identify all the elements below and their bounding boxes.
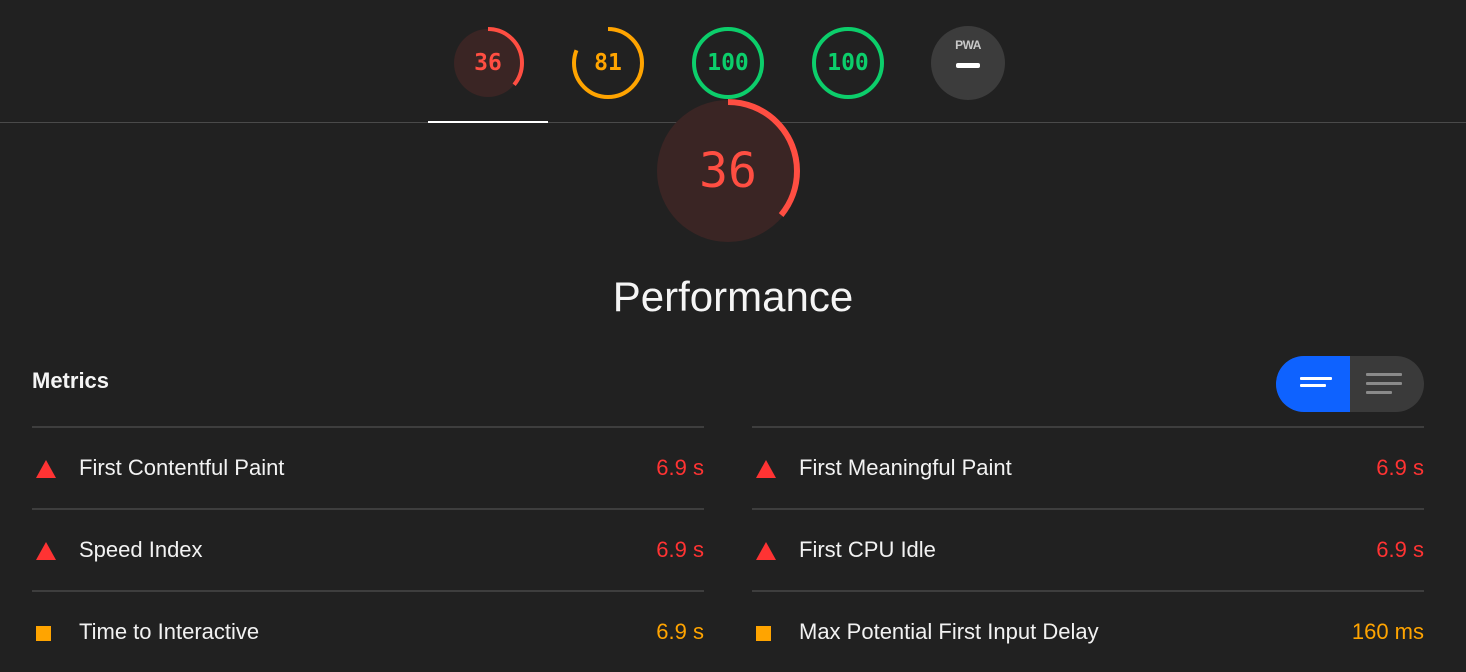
description-lines-icon: [1366, 373, 1402, 376]
metric-value: 6.9 s: [656, 537, 704, 562]
metrics-left-column: First Contentful Paint 6.9 s Speed Index…: [32, 426, 704, 672]
active-tab-indicator: [428, 121, 548, 123]
average-square-icon: [756, 626, 771, 641]
best-practices-score: 100: [707, 50, 749, 76]
metric-row: First CPU Idle 6.9 s: [752, 508, 1424, 590]
fail-triangle-icon: [756, 460, 776, 478]
metric-label: Speed Index: [79, 537, 203, 562]
metric-row: First Meaningful Paint 6.9 s: [752, 426, 1424, 508]
metric-value: 160 ms: [1351, 619, 1424, 644]
metrics-view-toggle: [1276, 356, 1424, 412]
description-line-3: [1366, 391, 1392, 394]
fail-triangle-icon: [36, 460, 56, 478]
tab-best-practices[interactable]: 100: [691, 26, 765, 100]
fail-triangle-icon: [36, 542, 56, 560]
tab-pwa[interactable]: PWA: [931, 26, 1005, 100]
seo-score: 100: [827, 50, 869, 76]
tab-performance[interactable]: 36: [451, 26, 525, 100]
toggle-summary-view-button[interactable]: [1276, 356, 1350, 412]
metric-row: Speed Index 6.9 s: [32, 508, 704, 590]
average-square-icon: [36, 626, 51, 641]
metric-value: 6.9 s: [1376, 455, 1424, 480]
performance-gauge: 36: [655, 98, 801, 244]
metric-value: 6.9 s: [656, 455, 704, 480]
metric-label: First CPU Idle: [799, 537, 936, 562]
tab-seo[interactable]: 100: [811, 26, 885, 100]
description-line-2: [1366, 382, 1402, 385]
accessibility-score: 81: [594, 50, 622, 76]
metrics-header: Metrics: [32, 368, 110, 393]
performance-gauge-score: 36: [699, 143, 757, 199]
metric-label: Max Potential First Input Delay: [799, 619, 1099, 644]
metric-label: Time to Interactive: [79, 619, 260, 644]
fail-triangle-icon: [756, 542, 776, 560]
summary-line-2: [1300, 384, 1326, 387]
metric-label: First Contentful Paint: [79, 455, 285, 480]
metric-row: First Contentful Paint 6.9 s: [32, 426, 704, 508]
metric-label: First Meaningful Paint: [799, 455, 1012, 480]
metrics-right-column: First Meaningful Paint 6.9 s First CPU I…: [752, 426, 1424, 672]
pwa-dash-icon: [956, 63, 980, 68]
category-title: Performance: [612, 273, 854, 320]
metric-value: 6.9 s: [1376, 537, 1424, 562]
pwa-badge-icon: PWA: [955, 38, 981, 52]
tab-accessibility[interactable]: 81: [571, 26, 645, 100]
toggle-description-view-button[interactable]: [1350, 356, 1424, 412]
performance-score: 36: [474, 50, 502, 76]
summary-lines-icon: [1300, 377, 1332, 380]
metric-value: 6.9 s: [656, 619, 704, 644]
